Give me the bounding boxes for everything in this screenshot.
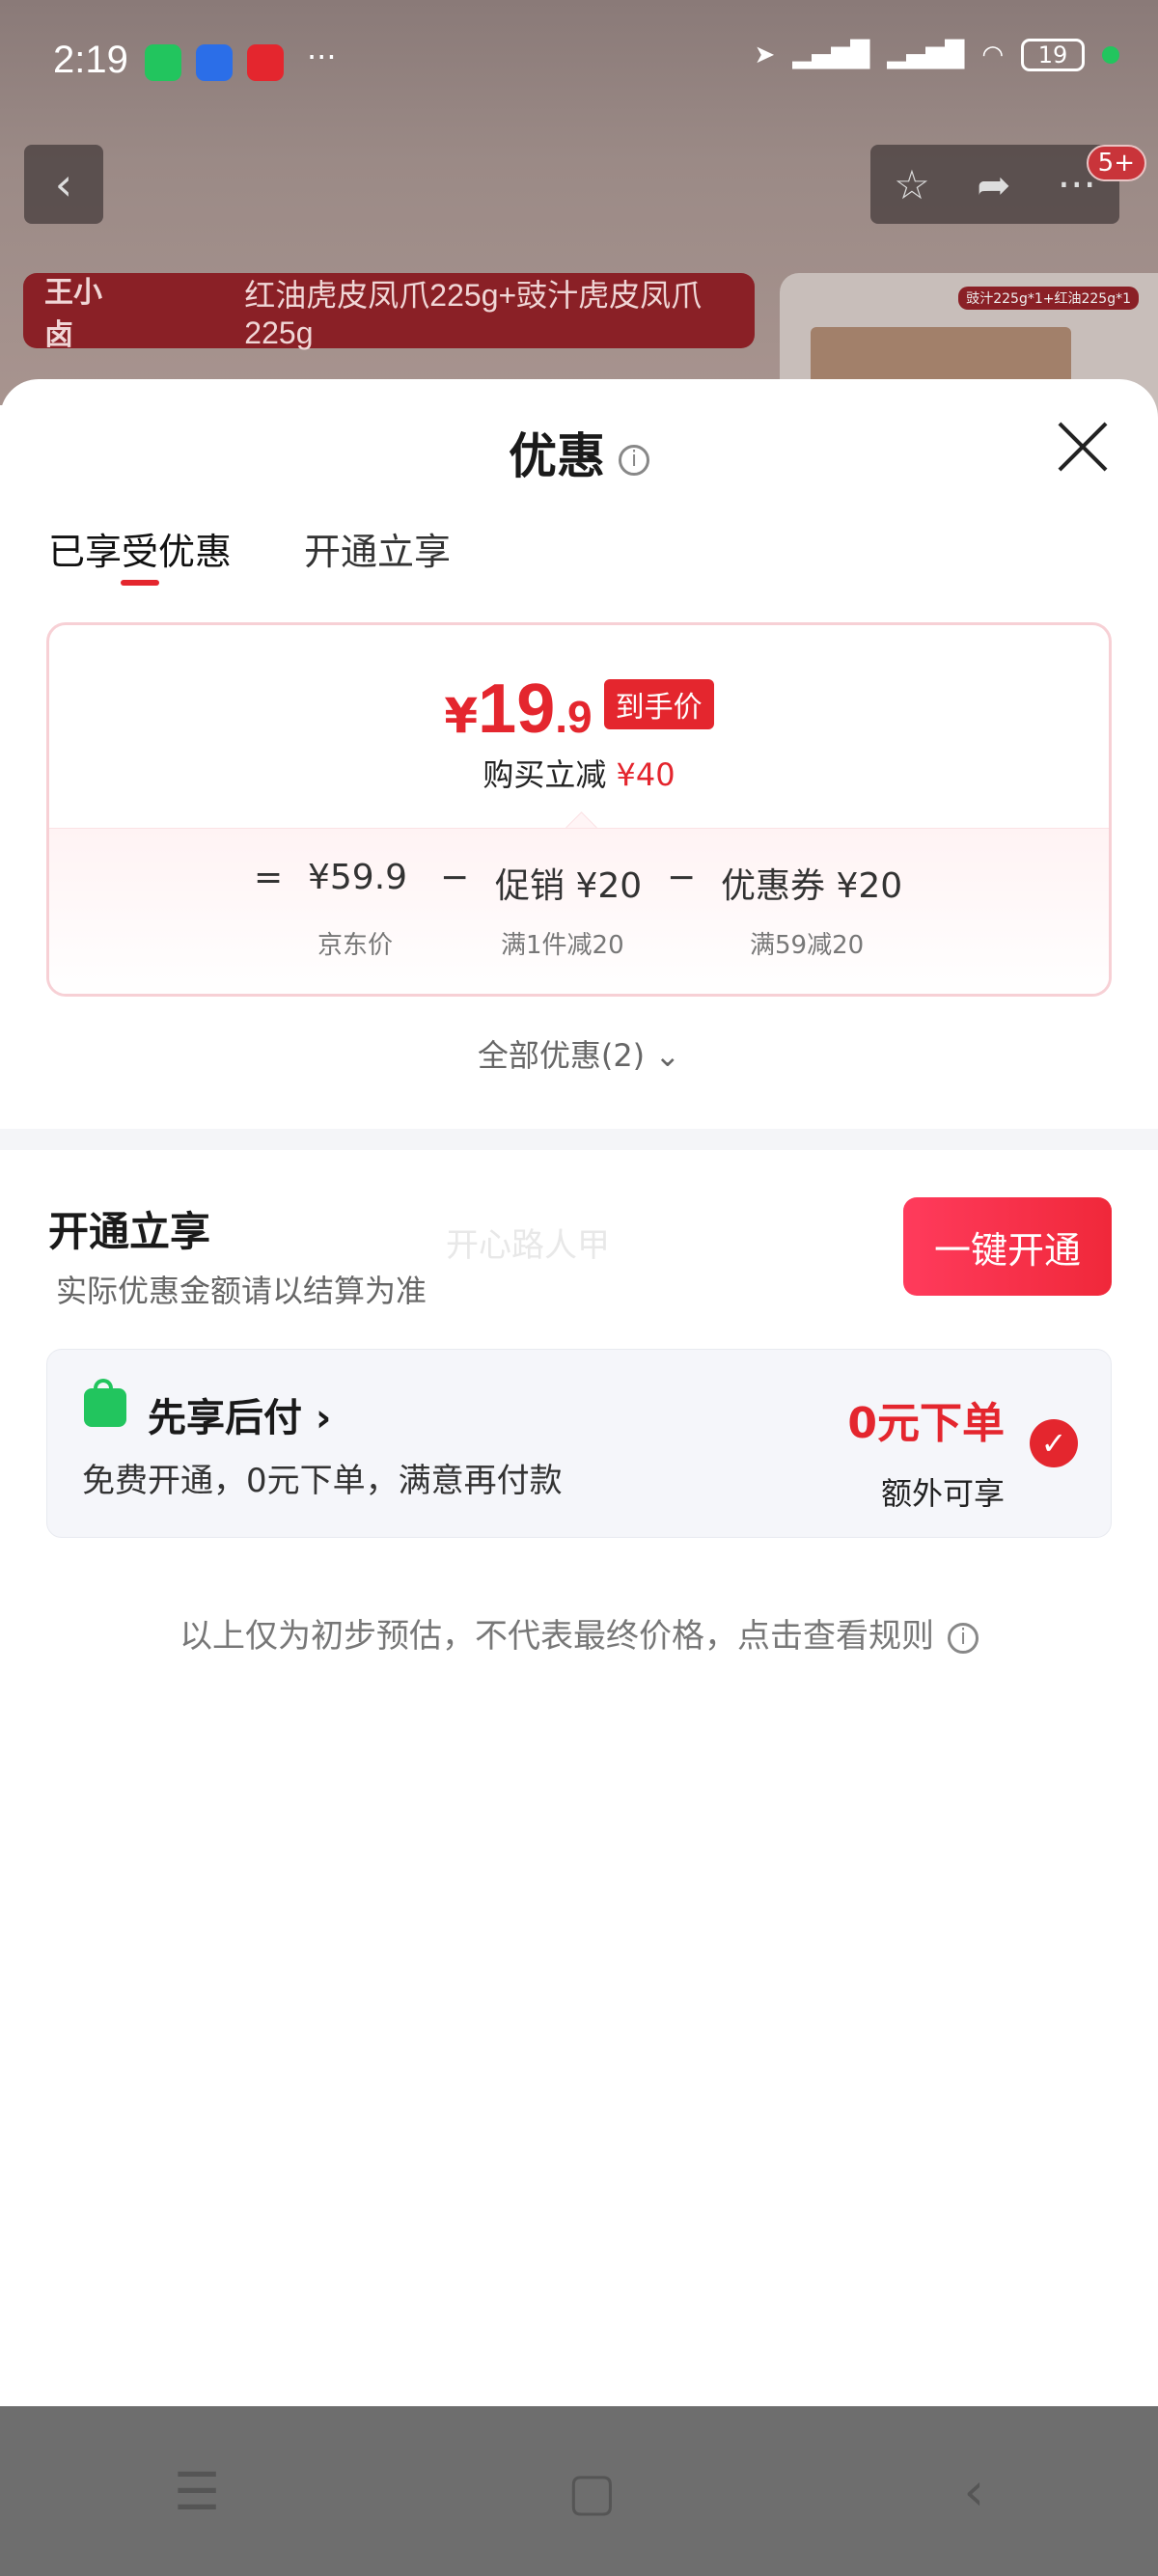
watermark: 开心路人甲 [446, 1226, 610, 1265]
sheet-title: 优惠 i [0, 418, 1158, 487]
jd-price: ¥59.9 [308, 858, 408, 897]
jd-price-label: 京东价 [317, 931, 394, 960]
check-icon[interactable]: ✓ [1030, 1419, 1078, 1467]
home-icon[interactable]: ▢ [567, 2461, 617, 2522]
top-actions: ☆ ➦ ··· [870, 145, 1119, 224]
star-icon[interactable]: ☆ [894, 161, 930, 208]
message-badge: 5+ [1086, 145, 1146, 181]
chevron-left-icon: ‹ [54, 158, 73, 210]
open-section-title: 开通立享 [48, 1208, 211, 1255]
pay-later-desc: 免费开通，0元下单，满意再付款 [82, 1462, 563, 1500]
all-discounts-toggle[interactable]: 全部优惠(2) ⌄ [0, 1031, 1158, 1076]
coupon-label: 满59减20 [750, 931, 865, 960]
back-button[interactable]: ‹ [24, 145, 103, 224]
battery-icon: 19 [1021, 39, 1085, 71]
wechat-icon [145, 44, 181, 81]
status-bar: 2:19 ··· ➤ ▂▄▆█ ▂▄▆█ ◠ 19 [0, 0, 1158, 125]
purchase-reduction: 购买立减 ¥40 [482, 756, 676, 793]
chevron-down-icon: ⌄ [654, 1037, 681, 1074]
tab-open[interactable]: 开通立享 [304, 522, 451, 575]
signal-icon: ▂▄▆█ [792, 41, 870, 69]
app-red-icon [247, 44, 284, 81]
tab-bar: 已享受优惠 开通立享 [48, 522, 451, 586]
share-icon[interactable]: ➦ [977, 161, 1010, 208]
system-nav-bar: ☰ ▢ ‹ [0, 2406, 1158, 2576]
final-price-tag: 到手价 [603, 679, 714, 729]
tab-underline [121, 580, 159, 586]
status-time: 2:19 [53, 39, 128, 81]
info-icon: i [948, 1622, 979, 1654]
wifi-icon: ◠ [981, 41, 1004, 69]
info-icon[interactable]: i [619, 444, 649, 476]
location-icon: ➤ [754, 41, 776, 69]
signal-2-icon: ▂▄▆█ [887, 41, 965, 69]
pay-later-title[interactable]: 先享后付 › [148, 1386, 331, 1442]
promo-label: 满1件减20 [501, 931, 624, 960]
camera-indicator-icon [1102, 46, 1119, 64]
zero-order-label: 0元下单 [847, 1399, 1005, 1448]
discount-sheet: 优惠 i 已享受优惠 开通立享 ¥19.9 到手价 购买立减 ¥40 = ¥59.9… [0, 379, 1158, 2405]
banner-text: 红油虎皮凤爪225g+豉汁虎皮凤爪225g [244, 277, 703, 350]
open-section-subtitle: 实际优惠金额请以结算为准 [56, 1273, 427, 1309]
pay-later-card[interactable]: 先享后付 › 免费开通，0元下单，满意再付款 0元下单 额外可享 ✓ [46, 1349, 1112, 1538]
final-price: ¥19.9 到手价 [49, 670, 1109, 749]
product-tag: 豉汁225g*1+红油225g*1 [958, 287, 1139, 310]
coupon-amount: 优惠券 ¥20 [721, 866, 903, 906]
product-banner: 王小卤 红油虎皮凤爪225g+豉汁虎皮凤爪225g [23, 273, 755, 352]
more-notifications-icon: ··· [307, 39, 337, 75]
app-blue-icon [196, 44, 233, 81]
price-card: ¥19.9 到手价 购买立减 ¥40 = ¥59.9 − 促销 ¥20 − 优惠券… [46, 622, 1112, 997]
extra-label: 额外可享 [880, 1475, 1005, 1512]
section-divider [0, 1129, 1158, 1150]
shopping-bag-icon [84, 1379, 126, 1427]
menu-icon[interactable]: ☰ [174, 2461, 220, 2522]
close-icon[interactable] [1056, 420, 1110, 474]
one-click-open-button[interactable]: 一键开通 [903, 1197, 1112, 1296]
rules-footnote[interactable]: 以上仅为初步预估，不代表最终价格，点击查看规则 i [0, 1609, 1158, 1657]
back-icon[interactable]: ‹ [964, 2461, 985, 2522]
promo-amount: 促销 ¥20 [495, 866, 643, 906]
tab-enjoyed[interactable]: 已享受优惠 [48, 522, 232, 586]
brand-logo: 王小卤 [44, 276, 102, 352]
